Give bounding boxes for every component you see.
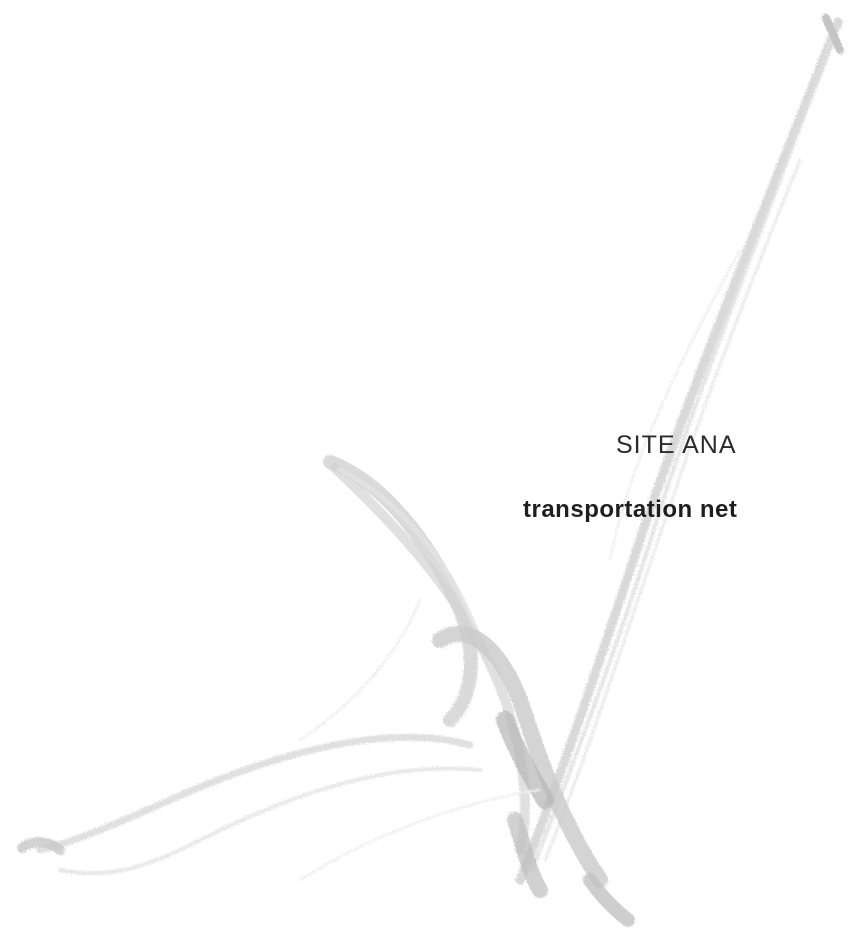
brush-stroke-decoration xyxy=(17,14,844,927)
section-subtitle: transportation net xyxy=(523,496,738,523)
section-label: SITE ANA xyxy=(616,431,737,459)
slide-page: SITE ANA transportation net xyxy=(0,0,858,934)
